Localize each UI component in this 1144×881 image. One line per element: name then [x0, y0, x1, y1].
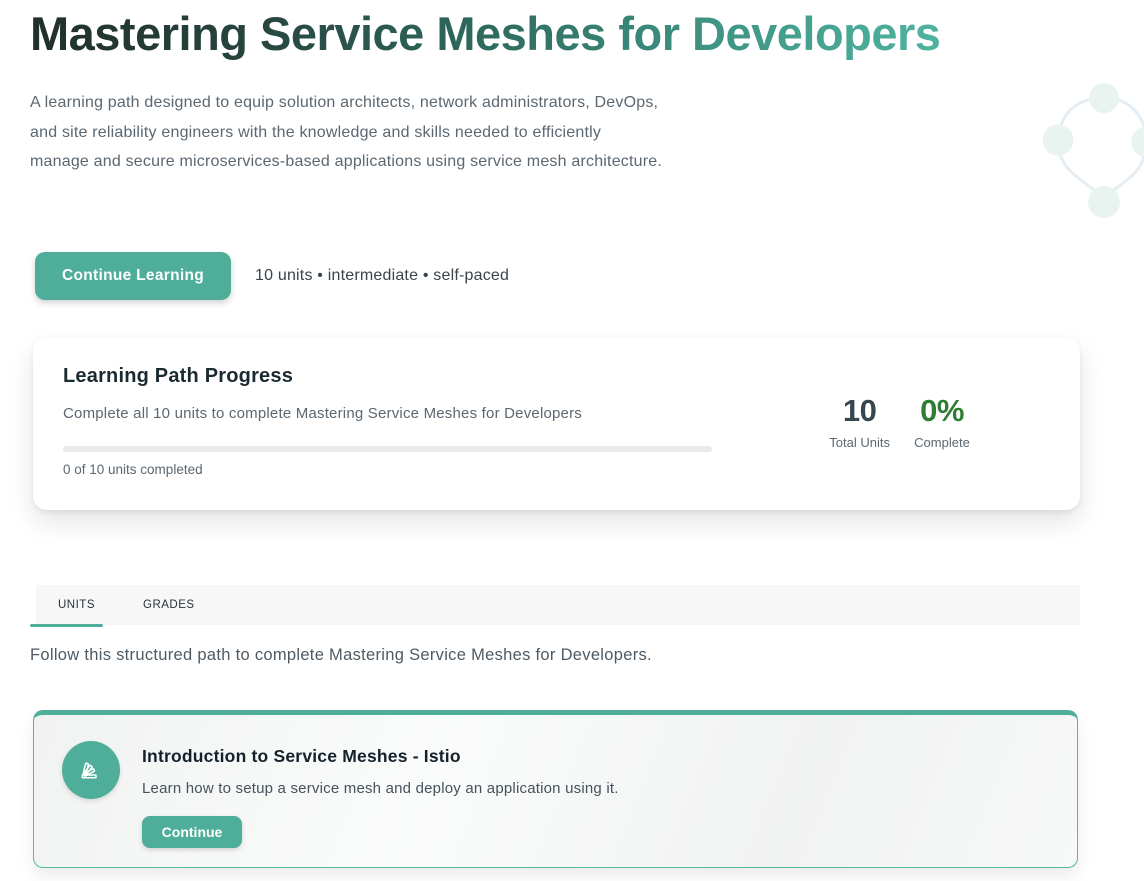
stat-total-units: 10 Total Units	[829, 395, 890, 510]
unit-title: Introduction to Service Meshes - Istio	[142, 746, 619, 767]
progress-card-title: Learning Path Progress	[63, 365, 712, 388]
progress-card-subtitle: Complete all 10 units to complete Master…	[63, 405, 712, 422]
unit-description: Learn how to setup a service mesh and de…	[142, 780, 619, 797]
tab-units-label: UNITS	[58, 599, 95, 611]
unit-icon-circle	[62, 741, 120, 799]
follow-text: Follow this structured path to complete …	[30, 646, 652, 665]
progress-card-stats: 10 Total Units 0% Complete	[829, 395, 972, 510]
stat-complete-value: 0%	[912, 395, 972, 426]
stat-total-units-label: Total Units	[829, 435, 890, 450]
stat-complete: 0% Complete	[912, 395, 972, 510]
stat-total-units-value: 10	[829, 395, 890, 426]
tab-units[interactable]: UNITS	[58, 585, 95, 625]
molecule-graphic	[1020, 70, 1144, 251]
learning-path-progress-card: Learning Path Progress Complete all 10 u…	[33, 337, 1080, 510]
page-title: Mastering Service Meshes for Developers	[30, 8, 940, 60]
swatch-fan-icon	[78, 757, 104, 783]
progress-card-left: Learning Path Progress Complete all 10 u…	[63, 365, 712, 510]
path-description: A learning path designed to equip soluti…	[30, 88, 662, 177]
tab-bar: UNITS GRADES	[36, 585, 1080, 625]
continue-learning-button[interactable]: Continue Learning	[35, 252, 231, 300]
progress-caption: 0 of 10 units completed	[63, 462, 712, 477]
tab-grades[interactable]: GRADES	[143, 585, 195, 625]
unit-body: Introduction to Service Meshes - Istio L…	[142, 741, 619, 867]
stat-complete-label: Complete	[912, 435, 972, 450]
path-meta-text: 10 units • intermediate • self-paced	[255, 267, 509, 285]
learning-path-page: Mastering Service Meshes for Developers …	[0, 0, 1144, 881]
unit-continue-button[interactable]: Continue	[142, 816, 242, 848]
tab-grades-label: GRADES	[143, 599, 195, 611]
action-row: Continue Learning 10 units • intermediat…	[35, 252, 509, 300]
progress-bar	[63, 446, 712, 452]
active-tab-indicator	[30, 624, 103, 627]
unit-card[interactable]: Introduction to Service Meshes - Istio L…	[33, 710, 1078, 868]
